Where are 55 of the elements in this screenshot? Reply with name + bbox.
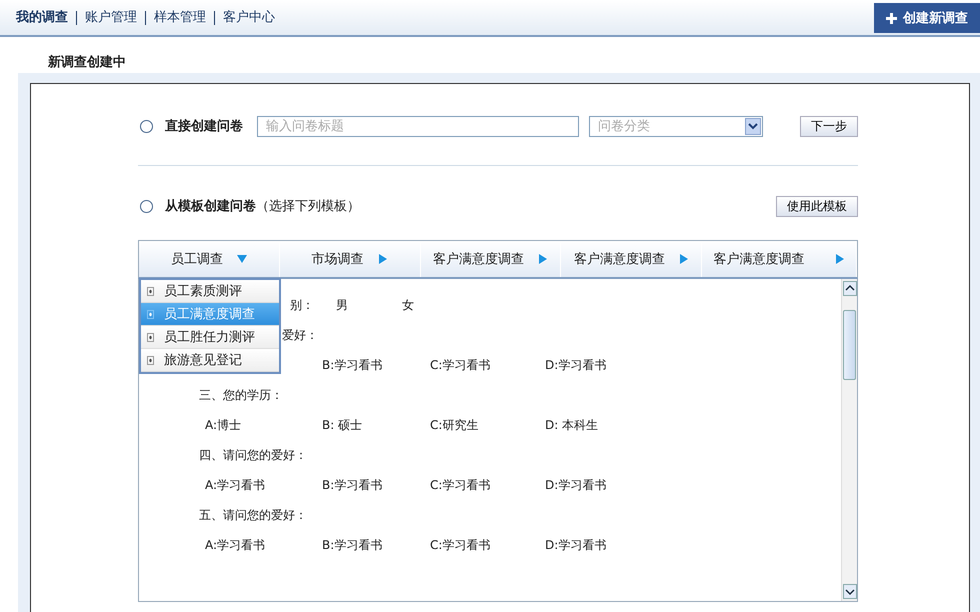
scroll-down-icon[interactable]: [842, 584, 856, 599]
answer-option: D:学习看书: [545, 477, 645, 494]
answer-option: B:学习看书: [322, 357, 430, 374]
bullet-icon: [147, 332, 154, 342]
scrollbar[interactable]: [841, 279, 857, 601]
use-template-button[interactable]: 使用此模板: [776, 196, 858, 216]
answer-option: C:学习看书: [430, 357, 545, 374]
option-hint: （选择下列模板）: [256, 198, 360, 215]
category-tab[interactable]: 客户满意度调查: [420, 241, 562, 277]
answer-option: D:学习看书: [545, 357, 645, 374]
question-text: 五、请问您的爱好：: [199, 507, 307, 524]
question-text: 三、您的学历：: [199, 387, 283, 404]
radio-button[interactable]: [140, 200, 153, 212]
scroll-thumb[interactable]: [843, 310, 856, 380]
scroll-up-icon[interactable]: [842, 281, 856, 296]
question-text: 四、请问您的爱好：: [199, 447, 307, 464]
next-step-button[interactable]: 下一步: [800, 116, 858, 136]
down-triangle-icon: [236, 254, 247, 264]
answer-option: D: 本科生: [545, 417, 645, 434]
nav-link[interactable]: 客户中心: [214, 10, 283, 24]
nav-link[interactable]: 我的调查: [16, 10, 76, 24]
answer-option: B:学习看书: [322, 537, 430, 554]
bullet-icon: [147, 286, 154, 296]
right-triangle-icon: [378, 254, 388, 264]
category-tab[interactable]: 客户满意度调查: [702, 241, 857, 277]
page-title: 新调查创建中: [47, 54, 127, 72]
right-triangle-icon: [678, 254, 689, 264]
category-tab[interactable]: 客户满意度调查: [561, 241, 702, 277]
answer-option: A:学习看书: [205, 477, 322, 494]
category-tab[interactable]: 员工调查: [139, 241, 280, 277]
nav-link[interactable]: 样本管理: [145, 10, 214, 24]
answer-option: 男: [336, 297, 348, 314]
answer-option: A:博士: [205, 417, 322, 434]
option-label: 从模板创建问卷: [165, 198, 256, 215]
question-text: 爱好：: [282, 327, 318, 344]
answer-option: A:学习看书: [205, 537, 322, 554]
answer-option: C:研究生: [430, 417, 545, 434]
answer-option: B:学习看书: [322, 477, 430, 494]
answer-option: 女: [402, 297, 414, 314]
nav-link[interactable]: 账户管理: [76, 10, 145, 24]
answer-option: C:学习看书: [430, 477, 545, 494]
plus-icon: [886, 12, 897, 24]
option-label: 直接创建问卷: [165, 118, 243, 135]
radio-button[interactable]: [140, 120, 153, 132]
right-triangle-icon: [834, 254, 845, 264]
answer-option: C:学习看书: [430, 537, 545, 554]
bullet-icon: [147, 356, 154, 364]
question-text: 别：: [290, 297, 314, 314]
answer-option: D:学习看书: [545, 537, 645, 554]
category-tab[interactable]: 市场调查: [280, 241, 421, 277]
right-triangle-icon: [538, 254, 548, 264]
create-survey-button[interactable]: 创建新调查: [874, 3, 980, 33]
bullet-icon: [147, 310, 154, 318]
title-input[interactable]: 输入问卷标题: [257, 116, 579, 136]
answer-option: B: 硕士: [322, 417, 430, 434]
